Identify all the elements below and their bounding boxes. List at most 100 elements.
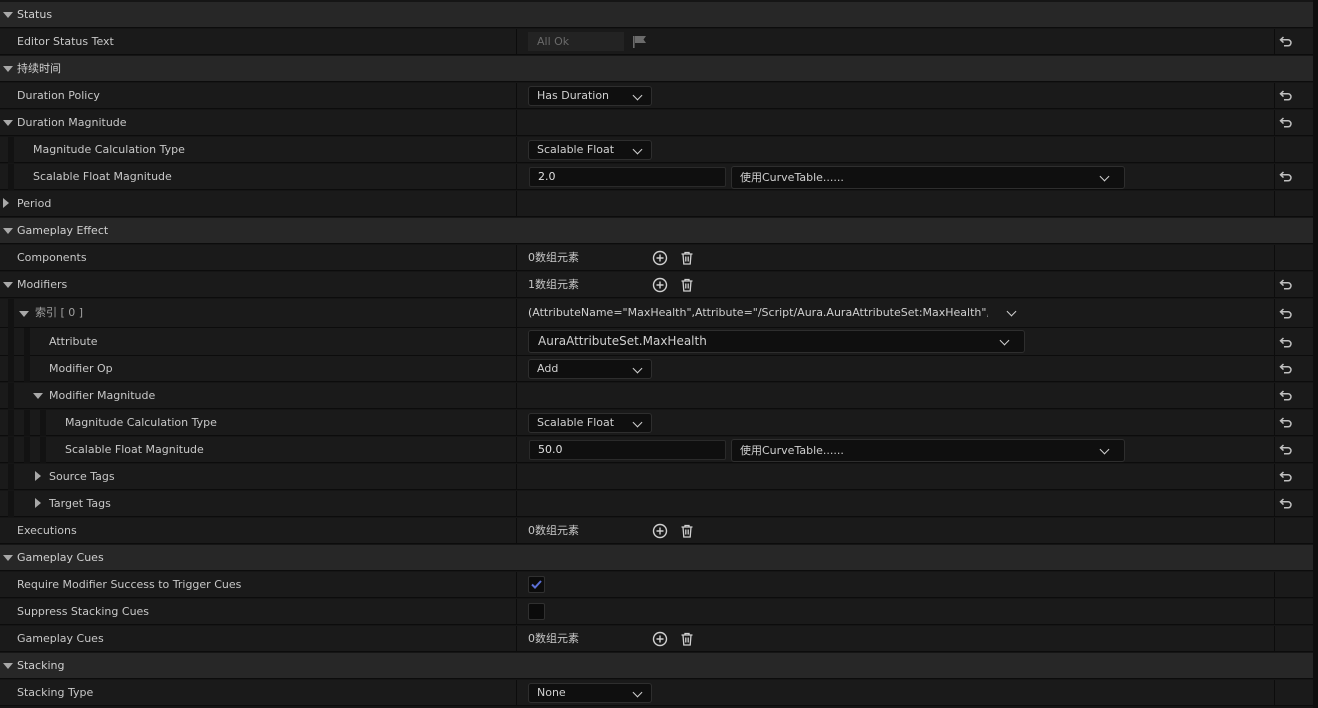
suppress-stacking-checkbox[interactable]	[528, 603, 545, 620]
trash-icon[interactable]	[679, 523, 695, 539]
scalable-float-input[interactable]: 2.0	[529, 167, 726, 187]
reset-arrow-icon[interactable]	[1279, 469, 1293, 483]
property-label: Require Modifier Success to Trigger Cues	[17, 578, 242, 591]
expand-icon[interactable]	[2, 653, 14, 678]
row-duration-magnitude[interactable]: Duration Magnitude	[0, 110, 1313, 136]
add-circle-icon[interactable]	[652, 631, 668, 647]
property-label: Executions	[17, 524, 77, 537]
row-source-tags[interactable]: Source Tags	[0, 464, 1313, 490]
property-label: Source Tags	[49, 470, 115, 483]
reset-arrow-icon[interactable]	[1279, 169, 1293, 183]
property-label: Magnitude Calculation Type	[33, 143, 185, 156]
expand-icon[interactable]	[2, 2, 14, 27]
scalable-float-input[interactable]: 50.0	[529, 440, 726, 460]
trash-icon[interactable]	[679, 250, 695, 266]
reset-arrow-icon[interactable]	[1279, 388, 1293, 402]
expand-icon[interactable]	[2, 545, 14, 570]
property-label: Duration Policy	[17, 89, 100, 102]
modifier-op-dropdown[interactable]: Add	[528, 359, 652, 379]
dropdown-value: Add	[537, 362, 559, 375]
row-attribute: Attribute AuraAttributeSet.MaxHealth	[0, 328, 1313, 356]
row-dm-scalable: Scalable Float Magnitude 2.0 使用CurveTabl…	[0, 164, 1313, 190]
curve-table-dropdown[interactable]: 使用CurveTable......	[731, 439, 1125, 462]
property-label: Scalable Float Magnitude	[33, 170, 172, 183]
reset-arrow-icon[interactable]	[1279, 335, 1293, 349]
array-count: 0数组元素	[528, 251, 579, 264]
chevron-down-icon	[632, 90, 643, 101]
category-label: 持续时间	[17, 62, 61, 75]
trash-icon[interactable]	[679, 631, 695, 647]
row-suppress-stacking-cues: Suppress Stacking Cues	[0, 599, 1313, 625]
property-label: Components	[17, 251, 87, 264]
require-modifier-success-checkbox[interactable]	[528, 576, 545, 593]
reset-arrow-icon[interactable]	[1279, 34, 1293, 48]
property-label: Target Tags	[49, 497, 111, 510]
trash-icon[interactable]	[679, 277, 695, 293]
category-label: Status	[17, 8, 53, 21]
property-label: Modifiers	[17, 278, 68, 291]
magnitude-calc-type-dropdown[interactable]: Scalable Float	[528, 413, 652, 433]
reset-arrow-icon[interactable]	[1279, 361, 1293, 375]
chevron-down-icon	[632, 144, 643, 155]
row-executions: Executions 0数组元素	[0, 518, 1313, 544]
dropdown-value: None	[537, 686, 566, 699]
row-require-modifier-success: Require Modifier Success to Trigger Cues	[0, 572, 1313, 598]
add-circle-icon[interactable]	[652, 523, 668, 539]
reset-arrow-icon[interactable]	[1279, 277, 1293, 291]
property-label: Period	[17, 197, 52, 210]
row-gameplay-cues: Gameplay Cues 0数组元素	[0, 626, 1313, 652]
flag-icon[interactable]	[632, 35, 648, 49]
stacking-type-dropdown[interactable]: None	[528, 683, 652, 703]
add-circle-icon[interactable]	[652, 250, 668, 266]
reset-arrow-icon[interactable]	[1279, 88, 1293, 102]
property-label: Gameplay Cues	[17, 632, 104, 645]
category-duration[interactable]: 持续时间	[0, 56, 1313, 82]
duration-policy-dropdown[interactable]: Has Duration	[528, 86, 652, 106]
expand-icon[interactable]	[2, 218, 14, 243]
array-count: 0数组元素	[528, 632, 579, 645]
property-label: Attribute	[49, 335, 98, 348]
property-label: Magnitude Calculation Type	[65, 416, 217, 429]
row-stacking-type: Stacking Type None	[0, 680, 1313, 706]
expand-icon[interactable]	[18, 301, 30, 326]
row-components: Components 0数组元素	[0, 245, 1313, 271]
reset-arrow-icon[interactable]	[1279, 496, 1293, 510]
property-label: Modifier Op	[49, 362, 113, 375]
attribute-dropdown[interactable]: AuraAttributeSet.MaxHealth	[528, 330, 1025, 353]
property-label: Modifier Magnitude	[49, 389, 156, 402]
row-modifier-op: Modifier Op Add	[0, 356, 1313, 382]
expand-icon[interactable]	[2, 110, 14, 135]
row-dm-calc-type: Magnitude Calculation Type Scalable Floa…	[0, 137, 1313, 163]
scrollbar[interactable]	[1313, 0, 1318, 708]
expand-icon[interactable]	[32, 491, 44, 516]
category-gameplay-cues[interactable]: Gameplay Cues	[0, 545, 1313, 571]
expand-icon[interactable]	[2, 272, 14, 297]
category-label: Gameplay Cues	[17, 551, 104, 564]
curve-table-dropdown[interactable]: 使用CurveTable......	[731, 166, 1125, 189]
row-index-0[interactable]: 索引 [ 0 ] (AttributeName="MaxHealth",Attr…	[0, 299, 1313, 328]
expand-icon[interactable]	[32, 464, 44, 489]
row-modifiers[interactable]: Modifiers 1数组元素	[0, 272, 1313, 298]
array-count: 0数组元素	[528, 524, 579, 537]
row-period[interactable]: Period	[0, 191, 1313, 217]
checkmark-icon	[531, 580, 542, 589]
chevron-down-icon	[632, 417, 643, 428]
dropdown-value: Has Duration	[537, 89, 610, 102]
category-gameplay-effect[interactable]: Gameplay Effect	[0, 218, 1313, 244]
expand-icon[interactable]	[0, 191, 12, 216]
reset-arrow-icon[interactable]	[1279, 306, 1293, 320]
chevron-down-icon	[999, 335, 1010, 346]
category-stacking[interactable]: Stacking	[0, 653, 1313, 679]
reset-arrow-icon[interactable]	[1279, 115, 1293, 129]
category-status[interactable]: Status	[0, 2, 1313, 28]
row-target-tags[interactable]: Target Tags	[0, 491, 1313, 517]
expand-icon[interactable]	[32, 383, 44, 408]
details-panel: Status Editor Status Text All Ok 持续时间 Du…	[0, 0, 1318, 708]
reset-arrow-icon[interactable]	[1279, 442, 1293, 456]
row-modifier-magnitude[interactable]: Modifier Magnitude	[0, 383, 1313, 409]
magnitude-calc-type-dropdown[interactable]: Scalable Float	[528, 140, 652, 160]
property-label: Stacking Type	[17, 686, 94, 699]
expand-icon[interactable]	[2, 56, 14, 81]
add-circle-icon[interactable]	[652, 277, 668, 293]
reset-arrow-icon[interactable]	[1279, 415, 1293, 429]
